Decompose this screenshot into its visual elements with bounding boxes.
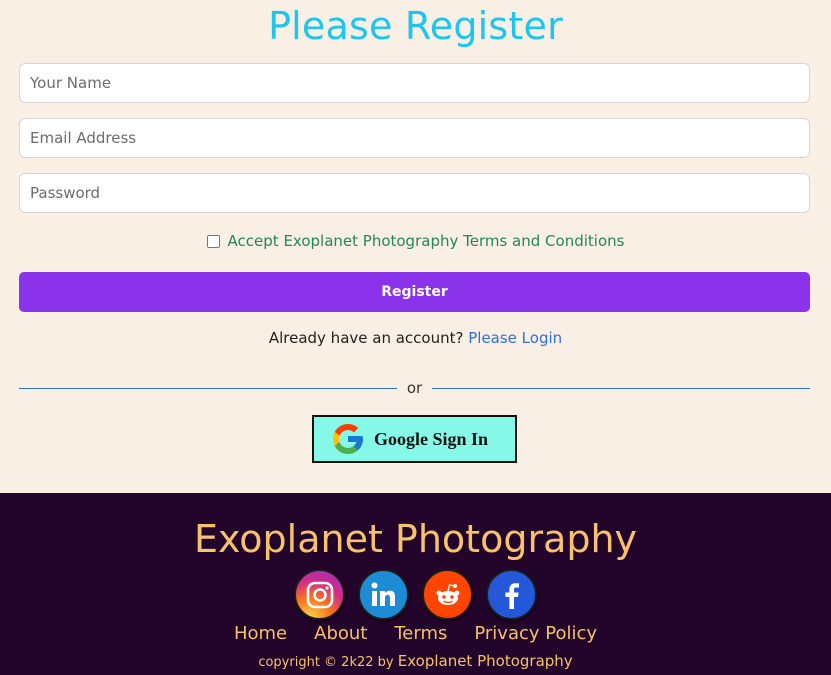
footer: Exoplanet Photography Home About Terms P…: [0, 493, 831, 675]
google-signin-button[interactable]: Google Sign In: [312, 415, 517, 463]
instagram-link[interactable]: [294, 569, 345, 620]
reddit-link[interactable]: [422, 569, 473, 620]
google-signin-label: Google Sign In: [374, 428, 489, 449]
name-input[interactable]: [19, 63, 810, 103]
social-links: [0, 569, 831, 621]
email-input[interactable]: [19, 118, 810, 158]
divider-line-left: [19, 387, 397, 389]
reddit-icon: [436, 583, 459, 605]
copyright-brand: Exoplanet Photography: [397, 652, 573, 670]
page: Please Register Accept Exoplanet Photogr…: [0, 0, 831, 675]
or-divider: or: [19, 377, 811, 399]
footer-title: Exoplanet Photography: [193, 517, 638, 561]
google-icon: [333, 424, 363, 454]
instagram-icon: [306, 581, 333, 608]
footer-links: Home About Terms Privacy Policy: [0, 623, 831, 644]
copyright: copyright © 2k22 by Exoplanet Photograph…: [0, 652, 831, 670]
linkedin-link[interactable]: [358, 569, 409, 620]
page-title: Please Register: [268, 4, 563, 48]
login-prompt: Already have an account? Please Login: [0, 329, 831, 347]
terms-label[interactable]: Accept Exoplanet Photography Terms and C…: [228, 232, 625, 250]
register-button[interactable]: Register: [19, 272, 810, 312]
footer-link-home[interactable]: Home: [234, 623, 287, 644]
login-link[interactable]: Please Login: [468, 329, 562, 347]
facebook-icon: [504, 582, 519, 609]
footer-link-terms[interactable]: Terms: [394, 623, 447, 644]
footer-link-about[interactable]: About: [314, 623, 367, 644]
terms-checkbox[interactable]: [206, 234, 220, 248]
divider-line-right: [432, 387, 811, 389]
linkedin-icon: [371, 582, 395, 606]
register-section: Please Register Accept Exoplanet Photogr…: [0, 0, 831, 493]
facebook-link[interactable]: [486, 569, 537, 620]
footer-link-privacy[interactable]: Privacy Policy: [474, 623, 597, 644]
terms-row: Accept Exoplanet Photography Terms and C…: [0, 229, 831, 253]
copyright-prefix: copyright © 2k22 by: [258, 655, 394, 670]
have-account-text: Already have an account?: [268, 329, 464, 347]
password-input[interactable]: [19, 173, 810, 213]
divider-text: or: [406, 379, 423, 397]
